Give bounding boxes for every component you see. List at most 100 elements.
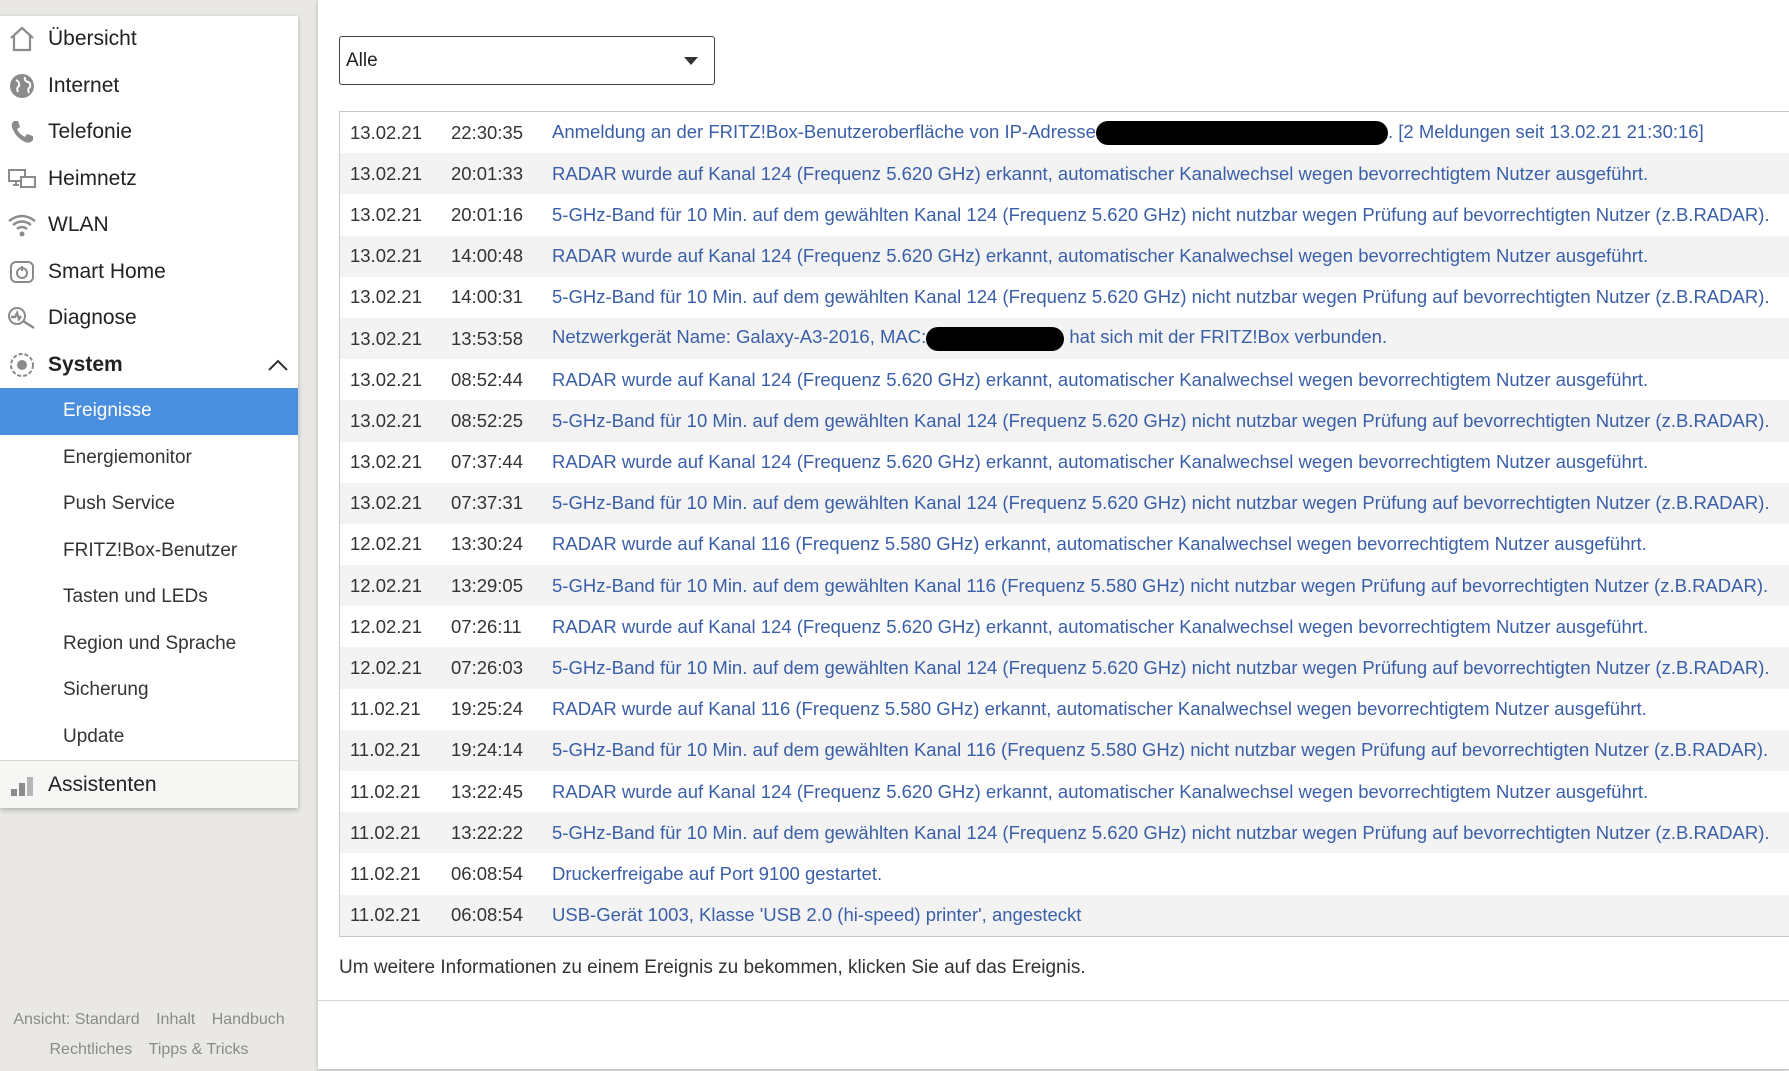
event-time: 07:37:31 (451, 492, 524, 514)
event-date: 13.02.21 (350, 162, 423, 184)
nav-item-telefonie[interactable]: Telefonie (0, 109, 298, 156)
event-time: 06:08:54 (451, 904, 524, 926)
sidebar-nav: Übersicht Internet Telefonie Heimnetz WL… (0, 16, 298, 808)
event-row[interactable]: 13.02.21 20:01:16 5-GHz-Band für 10 Min. a… (340, 194, 1789, 235)
event-message[interactable]: 5-GHz-Band für 10 Min. auf dem gewählten… (552, 410, 1770, 432)
event-message[interactable]: 5-GHz-Band für 10 Min. auf dem gewählten… (552, 822, 1770, 844)
event-message[interactable]: Druckerfreigabe auf Port 9100 gestartet. (552, 863, 882, 885)
footer-legal-link[interactable]: Rechtliches (49, 1041, 132, 1058)
event-time: 20:01:16 (451, 203, 524, 225)
footer-view-link[interactable]: Ansicht: Standard (13, 1011, 139, 1028)
nav-label: Heimnetz (48, 166, 137, 190)
event-message[interactable]: RADAR wurde auf Kanal 124 (Frequenz 5.62… (552, 369, 1648, 391)
nav-label: System (48, 352, 123, 376)
nav-item-heimnetz[interactable]: Heimnetz (0, 156, 298, 203)
event-message[interactable]: RADAR wurde auf Kanal 124 (Frequenz 5.62… (552, 616, 1648, 638)
nav-label: Diagnose (48, 306, 137, 330)
event-message[interactable]: RADAR wurde auf Kanal 124 (Frequenz 5.62… (552, 781, 1648, 803)
events-hint: Um weitere Informationen zu einem Ereign… (339, 957, 1086, 978)
nav-item-system[interactable]: System (0, 342, 298, 389)
event-row[interactable]: 13.02.21 14:00:31 5-GHz-Band für 10 Min. a… (340, 277, 1789, 318)
event-message[interactable]: RADAR wurde auf Kanal 124 (Frequenz 5.62… (552, 451, 1648, 473)
event-message[interactable]: RADAR wurde auf Kanal 116 (Frequenz 5.58… (552, 698, 1647, 720)
nav-item-diagnose[interactable]: Diagnose (0, 295, 298, 342)
redaction-mark (926, 326, 1065, 351)
nav-item-wlan[interactable]: WLAN (0, 202, 298, 249)
main-panel: Alle 13.02.21 22:30:35 Anmeldung an der FR… (318, 0, 1789, 1069)
event-row[interactable]: 13.02.21 20:01:33 RADAR wurde auf Kanal 12… (340, 153, 1789, 195)
nav-item-smart-home[interactable]: Smart Home (0, 249, 298, 296)
event-message[interactable]: 5-GHz-Band für 10 Min. auf dem gewählten… (552, 657, 1770, 679)
nav-label: Telefonie (48, 120, 133, 144)
event-row[interactable]: 13.02.21 13:53:58 Netzwerkgerät Name: Gala… (340, 317, 1789, 360)
sub-item-fritzbox-benutzer[interactable]: FRITZ!Box-Benutzer (0, 528, 298, 575)
event-row[interactable]: 13.02.21 08:52:25 5-GHz-Band für 10 Min. a… (340, 400, 1789, 442)
event-message[interactable]: USB-Gerät 1003, Klasse 'USB 2.0 (hi-spee… (552, 904, 1081, 926)
redaction-mark (1095, 120, 1388, 145)
event-row[interactable]: 13.02.21 14:00:48 RADAR wurde auf Kanal 12… (340, 235, 1789, 277)
event-row[interactable]: 11.02.21 06:08:54 USB-Gerät 1003, Klasse '… (340, 894, 1789, 936)
home-icon (6, 23, 38, 55)
event-row[interactable]: 13.02.21 08:52:44 RADAR wurde auf Kanal 12… (340, 359, 1789, 400)
event-date: 12.02.21 (350, 615, 423, 637)
sub-item-push-service[interactable]: Push Service (0, 481, 298, 528)
event-message[interactable]: RADAR wurde auf Kanal 116 (Frequenz 5.58… (552, 533, 1647, 555)
nav-label: Smart Home (48, 259, 166, 283)
event-row[interactable]: 12.02.21 13:29:05 5-GHz-Band für 10 Min. a… (340, 565, 1789, 607)
event-date: 12.02.21 (350, 533, 423, 555)
event-message-part: . [2 Meldungen seit 13.02.21 21:30:16] (1387, 120, 1704, 142)
event-row[interactable]: 11.02.21 19:25:24 RADAR wurde auf Kanal 11… (340, 689, 1789, 730)
nav-item-uebersicht[interactable]: Übersicht (0, 16, 298, 63)
event-message[interactable]: RADAR wurde auf Kanal 124 (Frequenz 5.62… (552, 245, 1648, 267)
nav-label: Internet (48, 73, 120, 97)
event-message[interactable]: Netzwerkgerät Name: Galaxy-A3-2016, MAC:… (552, 326, 1388, 351)
event-message[interactable]: RADAR wurde auf Kanal 124 (Frequenz 5.62… (552, 163, 1648, 185)
sub-item-region-sprache[interactable]: Region und Sprache (0, 621, 298, 668)
footer-links-row2: Rechtliches Tipps & Tricks (0, 1035, 298, 1065)
event-filter-select[interactable]: Alle (339, 36, 715, 85)
event-time: 08:52:44 (451, 368, 524, 390)
sub-item-sicherung[interactable]: Sicherung (0, 667, 298, 714)
event-message-part: hat sich mit der FRITZ!Box verbunden. (1064, 326, 1388, 348)
nav-item-assistenten[interactable]: Assistenten (0, 760, 298, 808)
event-date: 11.02.21 (350, 780, 421, 802)
event-date: 12.02.21 (350, 574, 423, 596)
chevron-up-icon[interactable] (266, 354, 290, 378)
event-row[interactable]: 11.02.21 13:22:45 RADAR wurde auf Kanal 12… (340, 771, 1789, 812)
event-message[interactable]: 5-GHz-Band für 10 Min. auf dem gewählten… (552, 739, 1768, 761)
sub-item-update[interactable]: Update (0, 714, 298, 761)
event-filter-value: Alle (346, 49, 378, 71)
event-message[interactable]: 5-GHz-Band für 10 Min. auf dem gewählten… (552, 492, 1770, 514)
system-icon (6, 349, 38, 381)
event-row[interactable]: 12.02.21 07:26:11 RADAR wurde auf Kanal 12… (340, 606, 1789, 647)
sub-item-tasten-leds[interactable]: Tasten und LEDs (0, 574, 298, 621)
event-message[interactable]: 5-GHz-Band für 10 Min. auf dem gewählten… (552, 575, 1768, 597)
divider (318, 1000, 1789, 1001)
event-time: 19:25:24 (451, 698, 524, 720)
phone-icon (6, 116, 38, 148)
event-date: 13.02.21 (350, 121, 423, 143)
footer-tips-link[interactable]: Tipps & Tricks (149, 1041, 249, 1058)
event-row[interactable]: 11.02.21 06:08:54 Druckerfreigabe auf Port… (340, 853, 1789, 894)
event-row[interactable]: 13.02.21 07:37:31 5-GHz-Band für 10 Min. a… (340, 482, 1789, 524)
event-message[interactable]: 5-GHz-Band für 10 Min. auf dem gewählten… (552, 286, 1770, 308)
event-time: 22:30:35 (451, 121, 524, 143)
event-row[interactable]: 13.02.21 22:30:35 Anmeldung an der FRITZ!B… (340, 112, 1789, 153)
nav-label: Übersicht (48, 27, 137, 51)
event-time: 07:37:44 (451, 451, 524, 473)
event-row[interactable]: 11.02.21 13:22:22 5-GHz-Band für 10 Min. a… (340, 812, 1789, 854)
footer-content-link[interactable]: Inhalt (156, 1011, 195, 1028)
event-time: 07:26:11 (451, 615, 522, 637)
event-message[interactable]: 5-GHz-Band für 10 Min. auf dem gewählten… (552, 204, 1770, 226)
event-row[interactable]: 11.02.21 19:24:14 5-GHz-Band für 10 Min. a… (340, 729, 1789, 771)
event-row[interactable]: 12.02.21 07:26:03 5-GHz-Band für 10 Min. a… (340, 647, 1789, 689)
event-row[interactable]: 12.02.21 13:30:24 RADAR wurde auf Kanal 11… (340, 524, 1789, 565)
assistants-icon (6, 769, 38, 801)
footer-manual-link[interactable]: Handbuch (212, 1011, 285, 1028)
sub-item-ereignisse[interactable]: Ereignisse (0, 388, 298, 435)
event-row[interactable]: 13.02.21 07:37:44 RADAR wurde auf Kanal 12… (340, 442, 1789, 483)
sub-item-energiemonitor[interactable]: Energiemonitor (0, 435, 298, 482)
nav-item-internet[interactable]: Internet (0, 63, 298, 110)
nav-label: WLAN (48, 213, 109, 237)
event-message[interactable]: Anmeldung an der FRITZ!Box-Benutzeroberf… (552, 121, 1704, 145)
